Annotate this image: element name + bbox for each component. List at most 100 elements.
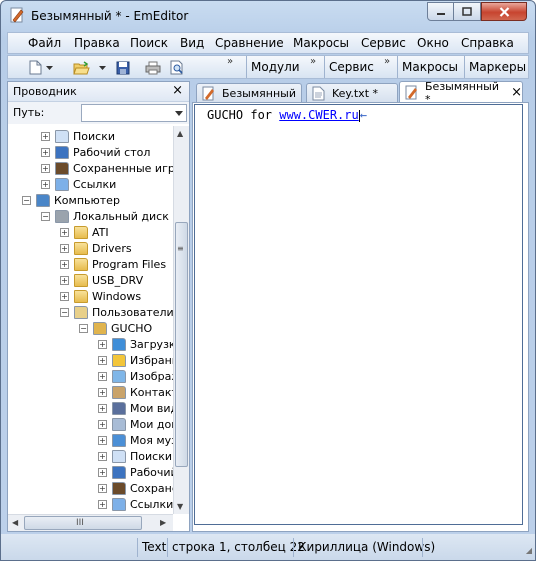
scroll-down-arrow[interactable]: ▼ <box>177 502 183 511</box>
menu-tools[interactable]: Сервис <box>361 36 406 50</box>
new-file-button[interactable] <box>26 59 44 76</box>
path-combobox[interactable] <box>81 104 187 122</box>
tree-node[interactable]: + Windows <box>60 288 141 304</box>
open-file-button[interactable] <box>72 59 90 76</box>
tree-node[interactable]: + Сохраненные игры <box>41 160 173 176</box>
toolbar-modules[interactable]: Модули <box>246 56 304 78</box>
scroll-thumb[interactable]: III <box>24 516 142 530</box>
close-button[interactable] <box>481 2 527 21</box>
scroll-right-arrow[interactable]: ▶ <box>160 518 166 527</box>
expand-icon[interactable]: + <box>98 387 107 397</box>
expand-icon[interactable]: + <box>98 499 107 509</box>
tree-node[interactable]: + Загрузк <box>98 336 173 352</box>
menu-window[interactable]: Окно <box>417 36 449 50</box>
text-editor[interactable]: GUCHO for www.CWER.ru← <box>192 102 529 532</box>
tree-node[interactable]: − Локальный диск (C <box>41 208 173 224</box>
tree-node[interactable]: + USB_DRV <box>60 272 143 288</box>
tree-node[interactable]: + Изображ <box>98 368 173 384</box>
tree-vertical-scrollbar[interactable]: ▲ ≡ ▼ <box>173 126 189 514</box>
expand-icon[interactable]: + <box>98 355 107 365</box>
tree-node[interactable]: + Рабочий стол <box>41 144 150 160</box>
tree-node[interactable]: − Пользователи <box>60 304 173 320</box>
scroll-thumb[interactable] <box>175 222 188 467</box>
menu-edit[interactable]: Правка <box>74 36 120 50</box>
menu-macros[interactable]: Макросы <box>293 36 349 50</box>
toolbar-overflow[interactable]: » <box>227 56 233 67</box>
expand-icon[interactable]: + <box>98 403 107 413</box>
tab-untitled[interactable]: Безымянный <box>196 83 302 103</box>
chevron-down-icon[interactable] <box>174 109 184 117</box>
tab-key-txt[interactable]: Key.txt * <box>306 83 398 103</box>
status-position[interactable]: строка 1, столбец 22 <box>167 538 309 557</box>
expand-icon[interactable]: + <box>98 371 107 381</box>
expand-icon[interactable]: + <box>41 131 50 141</box>
tree-node[interactable]: + Мои док <box>98 416 173 432</box>
tree-node[interactable]: + Сохране <box>98 480 173 496</box>
expand-icon[interactable]: + <box>60 243 69 253</box>
expand-icon[interactable]: + <box>98 483 107 493</box>
tab-untitled-modified[interactable]: Безымянный * × <box>399 80 523 106</box>
scroll-left-arrow[interactable]: ◀ <box>12 518 18 527</box>
toolbar-overflow[interactable]: » <box>310 56 316 67</box>
collapse-icon[interactable]: − <box>22 195 31 205</box>
menu-file[interactable]: Файл <box>28 36 61 50</box>
toolbar-markers[interactable]: Маркеры <box>464 56 530 78</box>
resize-grip-icon[interactable]: ◢ <box>526 546 532 555</box>
tree-node[interactable]: + Поиски <box>98 448 172 464</box>
print-preview-button[interactable] <box>168 59 186 76</box>
saved-games-icon <box>55 161 69 175</box>
collapse-icon[interactable]: − <box>41 211 50 221</box>
tree-node[interactable]: + Мои вид <box>98 400 173 416</box>
editor-area[interactable]: GUCHO for www.CWER.ru← <box>194 104 523 525</box>
tree-node[interactable]: + Избранн <box>98 352 173 368</box>
expand-icon[interactable]: + <box>98 435 107 445</box>
collapse-icon[interactable]: − <box>79 323 88 333</box>
expand-icon[interactable]: + <box>60 227 69 237</box>
toolbar-macros[interactable]: Макросы <box>397 56 462 78</box>
editor-hyperlink[interactable]: www.CWER.ru <box>279 108 358 122</box>
status-encoding[interactable]: Кириллица (Windows) <box>293 538 439 557</box>
title-bar[interactable]: Безымянный * - EmEditor <box>1 1 535 31</box>
tree-node[interactable]: − Компьютер <box>22 192 120 208</box>
expand-icon[interactable]: + <box>41 147 50 157</box>
expand-icon[interactable]: + <box>98 339 107 349</box>
tab-close-button[interactable]: × <box>511 85 522 100</box>
toolbar-overflow[interactable]: » <box>384 56 390 67</box>
expand-icon[interactable]: + <box>60 291 69 301</box>
tree-node[interactable]: + Моя муз <box>98 432 173 448</box>
folder-icon <box>74 289 88 303</box>
tree-node[interactable]: + Ссылки <box>41 176 116 192</box>
tree-node[interactable]: + Ссылки <box>98 496 173 512</box>
tree-node[interactable]: + ATI <box>60 224 109 240</box>
status-mode[interactable]: Text <box>137 538 170 557</box>
expand-icon[interactable]: + <box>98 419 107 429</box>
tree-node[interactable]: + Контакт <box>98 384 173 400</box>
collapse-icon[interactable]: − <box>60 307 69 317</box>
expand-icon[interactable]: + <box>60 259 69 269</box>
menu-help[interactable]: Справка <box>461 36 514 50</box>
print-button[interactable] <box>144 59 162 76</box>
menu-view[interactable]: Вид <box>180 36 204 50</box>
toolbar-tools[interactable]: Сервис <box>324 56 378 78</box>
expand-icon[interactable]: + <box>41 179 50 189</box>
tree-node[interactable]: + Поиски <box>41 128 115 144</box>
tree-node[interactable]: + Рабочий <box>98 464 173 480</box>
new-file-dropdown[interactable] <box>44 59 54 76</box>
maximize-button[interactable] <box>454 2 481 21</box>
tree-horizontal-scrollbar[interactable]: ◀ III ▶ <box>8 514 173 531</box>
expand-icon[interactable]: + <box>98 451 107 461</box>
scroll-up-arrow[interactable]: ▲ <box>177 129 183 138</box>
expand-icon[interactable]: + <box>98 467 107 477</box>
explorer-close-button[interactable]: × <box>172 83 183 98</box>
save-button[interactable] <box>114 59 132 76</box>
tree-node[interactable]: − GUCHO <box>79 320 152 336</box>
folder-tree[interactable]: + Поиски + Рабочий стол + Сохраненные игры + Сс… <box>8 126 173 514</box>
expand-icon[interactable]: + <box>41 163 50 173</box>
tree-node[interactable]: + Drivers <box>60 240 132 256</box>
expand-icon[interactable]: + <box>60 275 69 285</box>
menu-search[interactable]: Поиск <box>130 36 168 50</box>
open-file-dropdown[interactable] <box>97 59 107 76</box>
minimize-button[interactable] <box>427 2 454 21</box>
menu-compare[interactable]: Сравнение <box>215 36 284 50</box>
tree-node[interactable]: + Program Files <box>60 256 166 272</box>
